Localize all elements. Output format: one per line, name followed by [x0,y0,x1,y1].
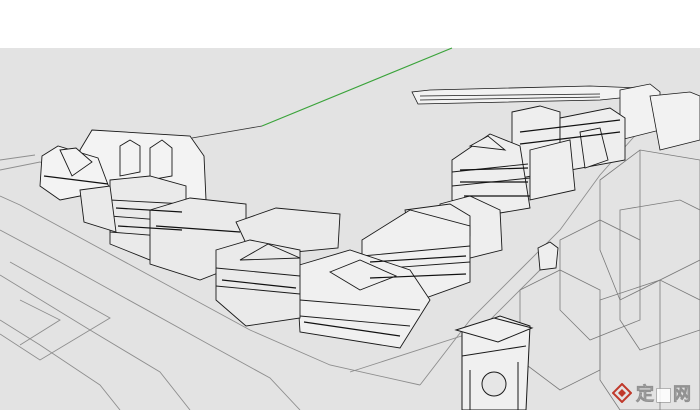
clock-tower [454,315,534,410]
watermark-text: 定■网 [635,384,692,406]
diamond-logo-icon [611,383,632,403]
sketchup-model-view: 定■网 [0,0,700,410]
watermark: 定■网 [611,380,692,406]
sky [0,0,700,48]
town-street-model [0,0,700,410]
small-tower [537,241,559,271]
